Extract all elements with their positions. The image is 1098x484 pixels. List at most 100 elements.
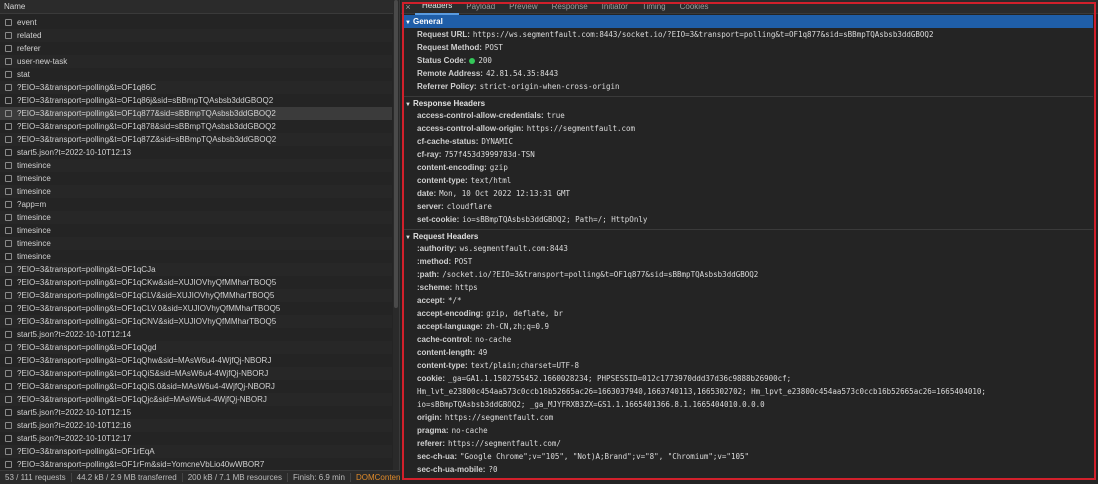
request-row[interactable]: start5.json?t=2022-10-10T12:13 — [0, 146, 392, 159]
header-key: pragma: — [417, 426, 449, 435]
response-headers-section-header[interactable]: ▼ Response Headers — [403, 96, 1093, 109]
request-row[interactable]: stat — [0, 68, 392, 81]
request-row[interactable]: ?EIO=3&transport=polling&t=OF1q87Z&sid=s… — [0, 133, 392, 146]
header-row: :method: POST — [403, 255, 1093, 268]
request-row[interactable]: timesince — [0, 211, 392, 224]
request-row[interactable]: start5.json?t=2022-10-10T12:17 — [0, 432, 392, 445]
header-value[interactable]: 200 — [478, 56, 492, 65]
request-row[interactable]: ?EIO=3&transport=polling&t=OF1qCLV&sid=X… — [0, 289, 392, 302]
header-value[interactable]: _ga=GA1.1.1502755452.1660028234; PHPSESS… — [417, 374, 986, 409]
general-title: General — [413, 17, 443, 26]
header-value[interactable]: text/html — [471, 176, 512, 185]
request-row[interactable]: ?EIO=3&transport=polling&t=OF1rEqA — [0, 445, 392, 458]
header-value[interactable]: 757f453d3999783d-TSN — [444, 150, 534, 159]
request-row[interactable]: ?EIO=3&transport=polling&t=OF1qCJa — [0, 263, 392, 276]
request-row[interactable]: ?EIO=3&transport=polling&t=OF1qQiS.0&sid… — [0, 380, 392, 393]
request-row[interactable]: event — [0, 16, 392, 29]
tab-initiator[interactable]: Initiator — [595, 0, 635, 14]
checkbox-icon — [5, 409, 12, 416]
header-value[interactable]: "Google Chrome";v="105", "Not)A;Brand";v… — [460, 452, 749, 461]
header-value[interactable]: /socket.io/?EIO=3&transport=polling&t=OF… — [442, 270, 758, 279]
header-value[interactable]: text/plain;charset=UTF-8 — [471, 361, 579, 370]
tab-preview[interactable]: Preview — [502, 0, 544, 14]
header-row: access-control-allow-origin: https://segm… — [403, 122, 1093, 135]
header-value[interactable]: DYNAMIC — [481, 137, 513, 146]
header-value[interactable]: strict-origin-when-cross-origin — [480, 82, 620, 91]
header-value[interactable]: zh-CN,zh;q=0.9 — [486, 322, 549, 331]
request-row[interactable]: timesince — [0, 172, 392, 185]
request-row[interactable]: timesince — [0, 250, 392, 263]
request-headers-title: Request Headers — [413, 232, 479, 241]
header-value[interactable]: true — [547, 111, 565, 120]
dom-content-loaded: DOMContentLoaded — [355, 473, 400, 482]
header-value[interactable]: no-cache — [475, 335, 511, 344]
request-row[interactable]: related — [0, 29, 392, 42]
close-icon[interactable]: × — [401, 2, 415, 12]
request-row[interactable]: ?EIO=3&transport=polling&t=OF1rFm&sid=Yo… — [0, 458, 392, 470]
request-row[interactable]: timesince — [0, 224, 392, 237]
checkbox-icon — [5, 305, 12, 312]
header-value[interactable]: Mon, 10 Oct 2022 12:13:31 GMT — [439, 189, 570, 198]
request-row[interactable]: ?EIO=3&transport=polling&t=OF1qQhw&sid=M… — [0, 354, 392, 367]
request-row[interactable]: start5.json?t=2022-10-10T12:14 — [0, 328, 392, 341]
header-value[interactable]: gzip, deflate, br — [486, 309, 563, 318]
request-row[interactable]: ?EIO=3&transport=polling&t=OF1q878&sid=s… — [0, 120, 392, 133]
tab-cookies[interactable]: Cookies — [673, 0, 716, 14]
checkbox-icon — [5, 149, 12, 156]
request-row[interactable]: timesince — [0, 237, 392, 250]
header-row: sec-ch-ua: "Google Chrome";v="105", "Not)… — [403, 450, 1093, 463]
header-value[interactable]: https://segmentfault.com — [527, 124, 635, 133]
header-value[interactable]: https://segmentfault.com/ — [448, 439, 561, 448]
tab-payload[interactable]: Payload — [459, 0, 502, 14]
request-name: timesince — [17, 239, 51, 248]
request-row[interactable]: ?EIO=3&transport=polling&t=OF1qQiS&sid=M… — [0, 367, 392, 380]
request-row[interactable]: start5.json?t=2022-10-10T12:15 — [0, 406, 392, 419]
checkbox-icon — [5, 279, 12, 286]
list-scrollbar[interactable] — [393, 0, 399, 470]
tab-headers[interactable]: Headers — [415, 0, 460, 15]
header-value[interactable]: https://segmentfault.com — [445, 413, 553, 422]
request-row[interactable]: ?EIO=3&transport=polling&t=OF1q86j&sid=s… — [0, 94, 392, 107]
request-row[interactable]: ?EIO=3&transport=polling&t=OF1q877&sid=s… — [0, 107, 392, 120]
header-value[interactable]: POST — [485, 43, 503, 52]
header-value[interactable]: ws.segmentfault.com:8443 — [460, 244, 568, 253]
header-key: Request URL: — [417, 30, 470, 39]
list-scrollbar-thumb[interactable] — [394, 0, 398, 308]
tab-response[interactable]: Response — [545, 0, 595, 14]
request-row[interactable]: timesince — [0, 159, 392, 172]
transferred-size: 44.2 kB / 2.9 MB transferred — [72, 473, 183, 482]
header-value[interactable]: ?0 — [488, 465, 497, 474]
request-row[interactable]: user-new-task — [0, 55, 392, 68]
header-value[interactable]: 42.81.54.35:8443 — [486, 69, 558, 78]
request-row[interactable]: start5.json?t=2022-10-10T12:16 — [0, 419, 392, 432]
header-value[interactable]: */* — [448, 296, 462, 305]
request-name: timesince — [17, 226, 51, 235]
request-row[interactable]: ?EIO=3&transport=polling&t=OF1qQgd — [0, 341, 392, 354]
request-name: start5.json?t=2022-10-10T12:13 — [17, 148, 132, 157]
header-value[interactable]: "macOS" — [495, 478, 527, 479]
header-value[interactable]: gzip — [490, 163, 508, 172]
header-value[interactable]: https — [455, 283, 478, 292]
checkbox-icon — [5, 344, 12, 351]
general-section-header[interactable]: ▼ General — [403, 15, 1093, 28]
request-row[interactable]: ?EIO=3&transport=polling&t=OF1qCLV.0&sid… — [0, 302, 392, 315]
request-row[interactable]: ?app=m — [0, 198, 392, 211]
request-row[interactable]: timesince — [0, 185, 392, 198]
tab-timing[interactable]: Timing — [635, 0, 673, 14]
request-headers-section-header[interactable]: ▼ Request Headers — [403, 229, 1093, 242]
header-value[interactable]: io=sBBmpTQAsbsb3ddGBOQ2; Path=/; HttpOnl… — [462, 215, 647, 224]
response-headers-list: access-control-allow-credentials: true acc… — [403, 109, 1093, 226]
header-value[interactable]: POST — [454, 257, 472, 266]
request-row[interactable]: ?EIO=3&transport=polling&t=OF1qCKw&sid=X… — [0, 276, 392, 289]
header-value[interactable]: cloudflare — [447, 202, 492, 211]
request-row[interactable]: ?EIO=3&transport=polling&t=OF1qQjc&sid=M… — [0, 393, 392, 406]
header-value[interactable]: https://ws.segmentfault.com:8443/socket.… — [473, 30, 934, 39]
request-row[interactable]: ?EIO=3&transport=polling&t=OF1qCNV&sid=X… — [0, 315, 392, 328]
name-column-header[interactable]: Name — [0, 0, 399, 14]
header-row: server: cloudflare — [403, 200, 1093, 213]
request-row[interactable]: referer — [0, 42, 392, 55]
checkbox-icon — [5, 396, 12, 403]
header-value[interactable]: no-cache — [452, 426, 488, 435]
header-value[interactable]: 49 — [478, 348, 487, 357]
request-row[interactable]: ?EIO=3&transport=polling&t=OF1q86C — [0, 81, 392, 94]
